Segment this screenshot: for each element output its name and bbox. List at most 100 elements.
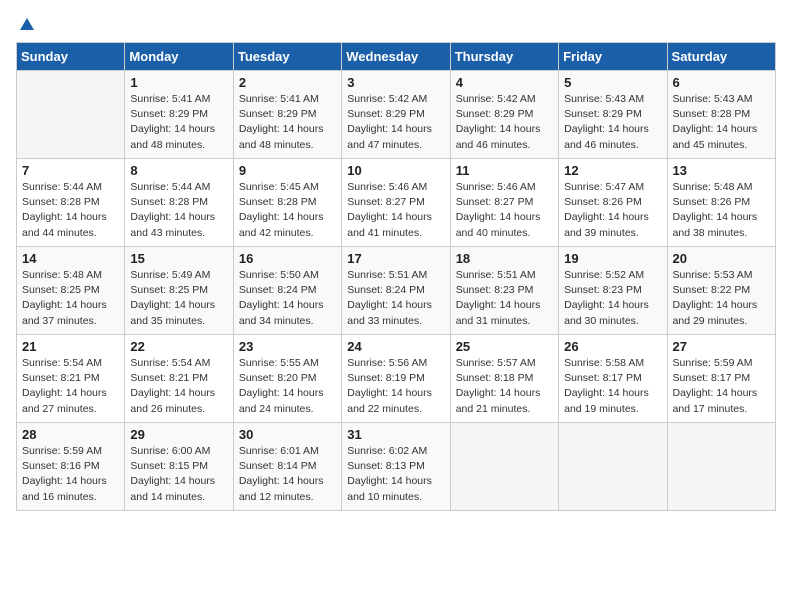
- calendar-cell: 28Sunrise: 5:59 AM Sunset: 8:16 PM Dayli…: [17, 423, 125, 511]
- day-info: Sunrise: 5:48 AM Sunset: 8:26 PM Dayligh…: [673, 180, 770, 241]
- day-number: 29: [130, 427, 227, 442]
- day-number: 21: [22, 339, 119, 354]
- day-info: Sunrise: 5:54 AM Sunset: 8:21 PM Dayligh…: [22, 356, 119, 417]
- calendar-cell: 18Sunrise: 5:51 AM Sunset: 8:23 PM Dayli…: [450, 247, 558, 335]
- day-info: Sunrise: 5:50 AM Sunset: 8:24 PM Dayligh…: [239, 268, 336, 329]
- calendar-cell: 19 Sunrise: 5:52 AM Sunset: 8:23 PM Dayli…: [559, 247, 667, 335]
- page-header: [16, 16, 776, 34]
- day-number: 30: [239, 427, 336, 442]
- calendar-cell: 1 Sunrise: 5:41 AM Sunset: 8:29 PM Daylig…: [125, 71, 233, 159]
- calendar-cell: 2 Sunrise: 5:41 AM Sunset: 8:29 PM Daylig…: [233, 71, 341, 159]
- calendar-header-tuesday: Tuesday: [233, 43, 341, 71]
- day-number: 17: [347, 251, 444, 266]
- calendar-cell: 22Sunrise: 5:54 AM Sunset: 8:21 PM Dayli…: [125, 335, 233, 423]
- calendar-week-row: 21 Sunrise: 5:54 AM Sunset: 8:21 PM Dayli…: [17, 335, 776, 423]
- calendar-cell: 31Sunrise: 6:02 AM Sunset: 8:13 PM Dayli…: [342, 423, 450, 511]
- calendar-cell: 3 Sunrise: 5:42 AM Sunset: 8:29 PM Daylig…: [342, 71, 450, 159]
- day-number: 25: [456, 339, 553, 354]
- calendar-cell: 17 Sunrise: 5:51 AM Sunset: 8:24 PM Dayli…: [342, 247, 450, 335]
- calendar-cell: 7 Sunrise: 5:44 AM Sunset: 8:28 PM Daylig…: [17, 159, 125, 247]
- calendar-cell: 27Sunrise: 5:59 AM Sunset: 8:17 PM Dayli…: [667, 335, 775, 423]
- day-info: Sunrise: 5:54 AM Sunset: 8:21 PM Dayligh…: [130, 356, 227, 417]
- day-number: 13: [673, 163, 770, 178]
- day-info: Sunrise: 5:42 AM Sunset: 8:29 PM Dayligh…: [347, 92, 444, 153]
- calendar-cell: 24 Sunrise: 5:56 AM Sunset: 8:19 PM Dayli…: [342, 335, 450, 423]
- day-info: Sunrise: 5:44 AM Sunset: 8:28 PM Dayligh…: [22, 180, 119, 241]
- day-info: Sunrise: 5:46 AM Sunset: 8:27 PM Dayligh…: [456, 180, 553, 241]
- day-number: 8: [130, 163, 227, 178]
- day-info: Sunrise: 5:45 AM Sunset: 8:28 PM Dayligh…: [239, 180, 336, 241]
- day-info: Sunrise: 5:43 AM Sunset: 8:29 PM Dayligh…: [564, 92, 661, 153]
- calendar-cell: 13 Sunrise: 5:48 AM Sunset: 8:26 PM Dayli…: [667, 159, 775, 247]
- day-number: 5: [564, 75, 661, 90]
- calendar-cell: 12 Sunrise: 5:47 AM Sunset: 8:26 PM Dayli…: [559, 159, 667, 247]
- day-info: Sunrise: 5:57 AM Sunset: 8:18 PM Dayligh…: [456, 356, 553, 417]
- day-number: 12: [564, 163, 661, 178]
- calendar-cell: 21 Sunrise: 5:54 AM Sunset: 8:21 PM Dayli…: [17, 335, 125, 423]
- calendar-cell: 9 Sunrise: 5:45 AM Sunset: 8:28 PM Daylig…: [233, 159, 341, 247]
- day-number: 2: [239, 75, 336, 90]
- day-number: 27: [673, 339, 770, 354]
- calendar-table: SundayMondayTuesdayWednesdayThursdayFrid…: [16, 42, 776, 511]
- calendar-cell: 5 Sunrise: 5:43 AM Sunset: 8:29 PM Daylig…: [559, 71, 667, 159]
- calendar-week-row: 7 Sunrise: 5:44 AM Sunset: 8:28 PM Daylig…: [17, 159, 776, 247]
- calendar-cell: 30 Sunrise: 6:01 AM Sunset: 8:14 PM Dayli…: [233, 423, 341, 511]
- calendar-week-row: 28Sunrise: 5:59 AM Sunset: 8:16 PM Dayli…: [17, 423, 776, 511]
- day-info: Sunrise: 5:42 AM Sunset: 8:29 PM Dayligh…: [456, 92, 553, 153]
- calendar-header-wednesday: Wednesday: [342, 43, 450, 71]
- day-number: 10: [347, 163, 444, 178]
- day-info: Sunrise: 5:58 AM Sunset: 8:17 PM Dayligh…: [564, 356, 661, 417]
- day-info: Sunrise: 5:56 AM Sunset: 8:19 PM Dayligh…: [347, 356, 444, 417]
- calendar-cell: 14Sunrise: 5:48 AM Sunset: 8:25 PM Dayli…: [17, 247, 125, 335]
- day-info: Sunrise: 5:51 AM Sunset: 8:24 PM Dayligh…: [347, 268, 444, 329]
- calendar-cell: 15 Sunrise: 5:49 AM Sunset: 8:25 PM Dayli…: [125, 247, 233, 335]
- day-info: Sunrise: 5:48 AM Sunset: 8:25 PM Dayligh…: [22, 268, 119, 329]
- calendar-cell: 4 Sunrise: 5:42 AM Sunset: 8:29 PM Daylig…: [450, 71, 558, 159]
- calendar-cell: [667, 423, 775, 511]
- calendar-header-friday: Friday: [559, 43, 667, 71]
- day-number: 15: [130, 251, 227, 266]
- day-number: 3: [347, 75, 444, 90]
- logo-icon: [18, 16, 36, 34]
- calendar-header-row: SundayMondayTuesdayWednesdayThursdayFrid…: [17, 43, 776, 71]
- day-number: 26: [564, 339, 661, 354]
- day-number: 4: [456, 75, 553, 90]
- calendar-cell: 10 Sunrise: 5:46 AM Sunset: 8:27 PM Dayli…: [342, 159, 450, 247]
- day-info: Sunrise: 5:41 AM Sunset: 8:29 PM Dayligh…: [130, 92, 227, 153]
- day-info: Sunrise: 5:53 AM Sunset: 8:22 PM Dayligh…: [673, 268, 770, 329]
- calendar-week-row: 1 Sunrise: 5:41 AM Sunset: 8:29 PM Daylig…: [17, 71, 776, 159]
- day-info: Sunrise: 6:01 AM Sunset: 8:14 PM Dayligh…: [239, 444, 336, 505]
- day-info: Sunrise: 5:55 AM Sunset: 8:20 PM Dayligh…: [239, 356, 336, 417]
- day-number: 16: [239, 251, 336, 266]
- day-number: 6: [673, 75, 770, 90]
- calendar-header-monday: Monday: [125, 43, 233, 71]
- day-info: Sunrise: 5:44 AM Sunset: 8:28 PM Dayligh…: [130, 180, 227, 241]
- calendar-header-saturday: Saturday: [667, 43, 775, 71]
- logo: [16, 16, 38, 34]
- calendar-cell: [450, 423, 558, 511]
- calendar-header-thursday: Thursday: [450, 43, 558, 71]
- day-number: 9: [239, 163, 336, 178]
- calendar-week-row: 14Sunrise: 5:48 AM Sunset: 8:25 PM Dayli…: [17, 247, 776, 335]
- day-info: Sunrise: 6:00 AM Sunset: 8:15 PM Dayligh…: [130, 444, 227, 505]
- calendar-cell: 6 Sunrise: 5:43 AM Sunset: 8:28 PM Daylig…: [667, 71, 775, 159]
- day-number: 23: [239, 339, 336, 354]
- day-number: 19: [564, 251, 661, 266]
- calendar-cell: 8 Sunrise: 5:44 AM Sunset: 8:28 PM Daylig…: [125, 159, 233, 247]
- calendar-cell: 26 Sunrise: 5:58 AM Sunset: 8:17 PM Dayli…: [559, 335, 667, 423]
- day-info: Sunrise: 5:41 AM Sunset: 8:29 PM Dayligh…: [239, 92, 336, 153]
- day-info: Sunrise: 5:52 AM Sunset: 8:23 PM Dayligh…: [564, 268, 661, 329]
- day-info: Sunrise: 5:43 AM Sunset: 8:28 PM Dayligh…: [673, 92, 770, 153]
- day-info: Sunrise: 5:49 AM Sunset: 8:25 PM Dayligh…: [130, 268, 227, 329]
- day-info: Sunrise: 5:59 AM Sunset: 8:16 PM Dayligh…: [22, 444, 119, 505]
- day-info: Sunrise: 5:46 AM Sunset: 8:27 PM Dayligh…: [347, 180, 444, 241]
- calendar-cell: 25 Sunrise: 5:57 AM Sunset: 8:18 PM Dayli…: [450, 335, 558, 423]
- day-info: Sunrise: 5:51 AM Sunset: 8:23 PM Dayligh…: [456, 268, 553, 329]
- calendar-cell: 29 Sunrise: 6:00 AM Sunset: 8:15 PM Dayli…: [125, 423, 233, 511]
- day-number: 1: [130, 75, 227, 90]
- day-info: Sunrise: 5:47 AM Sunset: 8:26 PM Dayligh…: [564, 180, 661, 241]
- day-number: 7: [22, 163, 119, 178]
- day-number: 20: [673, 251, 770, 266]
- day-number: 24: [347, 339, 444, 354]
- day-number: 11: [456, 163, 553, 178]
